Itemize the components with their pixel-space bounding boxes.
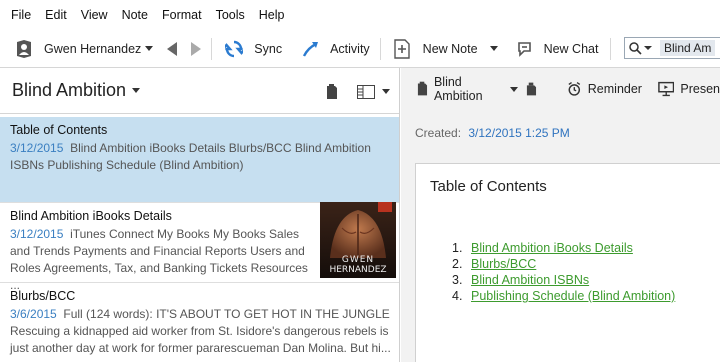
toc-link[interactable]: Publishing Schedule (Blind Ambition) bbox=[471, 289, 675, 303]
activity-label: Activity bbox=[330, 41, 370, 56]
menu-file[interactable]: File bbox=[4, 0, 38, 30]
created-value[interactable]: 3/12/2015 1:25 PM bbox=[468, 126, 569, 140]
view-options-icon[interactable] bbox=[357, 85, 375, 99]
cover-author-last: HERNANDEZ bbox=[329, 265, 387, 275]
menu-edit[interactable]: Edit bbox=[38, 0, 74, 30]
note-date: 3/12/2015 bbox=[10, 141, 64, 155]
menu-note[interactable]: Note bbox=[115, 0, 155, 30]
presentation-icon bbox=[658, 81, 675, 97]
new-chat-button[interactable]: New Chat bbox=[516, 30, 599, 68]
back-arrow-icon[interactable] bbox=[167, 41, 179, 56]
toc-number: 4. bbox=[452, 289, 463, 303]
editor-notebook-selector[interactable]: Blind Ambition bbox=[434, 75, 506, 103]
toolbar-divider bbox=[610, 37, 612, 60]
activity-icon bbox=[303, 41, 319, 57]
account-button[interactable]: Gwen Hernandez bbox=[16, 30, 154, 68]
search-input[interactable]: Blind Am bbox=[624, 37, 720, 59]
toc-number: 2. bbox=[452, 257, 463, 271]
toc-item: 3. Blind Ambition ISBNs bbox=[452, 272, 675, 288]
forward-arrow-icon[interactable] bbox=[189, 41, 202, 56]
toolbar-divider bbox=[211, 37, 213, 60]
chevron-down-icon[interactable] bbox=[382, 89, 390, 94]
note-date: 3/6/2015 bbox=[10, 307, 57, 321]
new-note-icon bbox=[393, 38, 410, 59]
note-title: Blurbs/BCC bbox=[10, 289, 76, 303]
created-field: Created: 3/12/2015 1:25 PM bbox=[415, 126, 570, 140]
chevron-down-icon[interactable] bbox=[510, 86, 519, 92]
notebook-header: Blind Ambition bbox=[0, 68, 399, 114]
note-body[interactable]: Table of Contents 1. Blind Ambition iBook… bbox=[415, 163, 720, 362]
account-name: Gwen Hernandez bbox=[44, 41, 142, 56]
note-snippet-text: Full (124 words): IT'S ABOUT TO GET HOT … bbox=[10, 307, 391, 355]
toc-link[interactable]: Blurbs/BCC bbox=[471, 257, 536, 271]
toc-item: 4. Publishing Schedule (Blind Ambition) bbox=[452, 288, 675, 304]
search-query: Blind Am bbox=[660, 40, 716, 56]
notebook-icon bbox=[417, 81, 428, 96]
toc-link[interactable]: Blind Ambition ISBNs bbox=[471, 273, 589, 287]
note-snippet: 3/12/2015 Blind Ambition iBooks Details … bbox=[10, 140, 391, 174]
toc-list: 1. Blind Ambition iBooks Details 2. Blurbs… bbox=[452, 240, 675, 304]
chat-icon bbox=[517, 41, 531, 57]
new-note-button[interactable]: New Note bbox=[393, 30, 498, 68]
toc-link[interactable]: Blind Ambition iBooks Details bbox=[471, 241, 633, 255]
menu-bar: File Edit View Note Format Tools Help bbox=[0, 0, 720, 30]
user-icon bbox=[17, 39, 31, 58]
note-list-pane: Blind Ambition Table of Contents 3/12/20… bbox=[0, 68, 400, 362]
sync-icon bbox=[225, 40, 244, 57]
reminder-icon bbox=[568, 82, 581, 96]
menu-tools[interactable]: Tools bbox=[209, 0, 252, 30]
chevron-down-icon bbox=[145, 46, 154, 51]
reminder-button[interactable]: Reminder bbox=[588, 82, 642, 96]
menu-help[interactable]: Help bbox=[252, 0, 292, 30]
chevron-down-icon[interactable] bbox=[489, 46, 498, 51]
sync-label: Sync bbox=[254, 41, 283, 56]
editor-toolbar: Blind Ambition Reminder Presen bbox=[401, 68, 720, 110]
created-label: Created: bbox=[415, 126, 462, 140]
new-note-label: New Note bbox=[422, 41, 478, 56]
lock-icon[interactable] bbox=[526, 81, 537, 97]
toc-item: 2. Blurbs/BCC bbox=[452, 256, 675, 272]
activity-button[interactable]: Activity bbox=[302, 30, 370, 68]
notebook-title[interactable]: Blind Ambition bbox=[12, 80, 126, 101]
note-title-field[interactable]: Table of Contents bbox=[430, 178, 720, 195]
note-snippet-text: Blind Ambition iBooks Details Blurbs/BCC… bbox=[10, 141, 371, 172]
list-item[interactable]: Blurbs/BCC 3/6/2015 Full (124 words): IT… bbox=[0, 283, 399, 362]
menu-view[interactable]: View bbox=[74, 0, 115, 30]
note-thumbnail: GWEN HERNANDEZ bbox=[320, 202, 396, 278]
search-options-icon[interactable] bbox=[644, 46, 652, 50]
list-item[interactable]: Table of Contents 3/12/2015 Blind Ambiti… bbox=[0, 117, 399, 203]
sync-button[interactable]: Sync bbox=[225, 30, 282, 68]
cover-author-first: GWEN bbox=[341, 255, 375, 265]
chevron-down-icon[interactable] bbox=[132, 88, 141, 93]
toc-number: 1. bbox=[452, 241, 463, 255]
new-chat-label: New Chat bbox=[543, 41, 599, 56]
note-title: Table of Contents bbox=[10, 123, 108, 137]
toc-item: 1. Blind Ambition iBooks Details bbox=[452, 240, 675, 256]
toolbar-divider bbox=[379, 37, 381, 60]
present-button[interactable]: Presen bbox=[680, 82, 720, 96]
notebook-icon[interactable] bbox=[326, 84, 338, 100]
note-date: 3/12/2015 bbox=[10, 227, 64, 241]
note-editor-pane: Blind Ambition Reminder Presen Created: … bbox=[401, 68, 720, 362]
toc-number: 3. bbox=[452, 273, 463, 287]
menu-format[interactable]: Format bbox=[155, 0, 209, 30]
note-title: Blind Ambition iBooks Details bbox=[10, 209, 172, 223]
search-icon bbox=[629, 41, 642, 55]
main-toolbar: Gwen Hernandez Sync Activity New Note Ne… bbox=[0, 30, 720, 68]
note-snippet: 3/6/2015 Full (124 words): IT'S ABOUT TO… bbox=[10, 306, 391, 357]
